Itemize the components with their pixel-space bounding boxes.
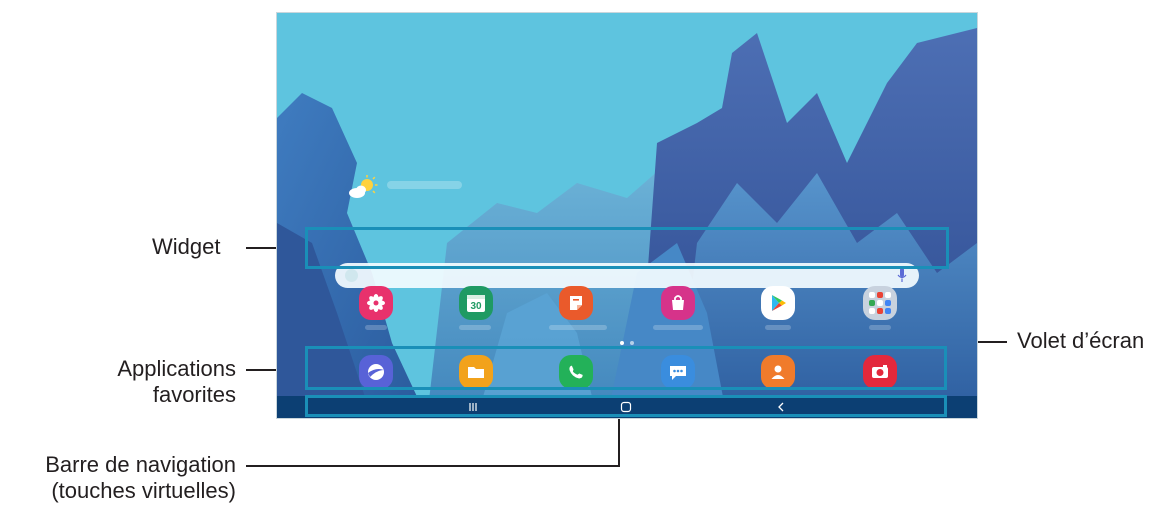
- weather-widget-text[interactable]: [387, 181, 462, 189]
- app-label-placeholder: [459, 325, 491, 330]
- favorite-apps-callout-line2: favorites: [152, 382, 236, 407]
- nav-bar-leader-horizontal: [246, 465, 620, 467]
- app-label-placeholder: [653, 325, 703, 330]
- calendar-icon[interactable]: 30: [459, 286, 493, 320]
- nav-bar-callout-line2: (touches virtuelles): [51, 478, 236, 503]
- nav-bar-callout-label: Barre de navigation (touches virtuelles): [0, 452, 236, 504]
- samsung-notes-icon[interactable]: [559, 286, 593, 320]
- galaxy-store-icon[interactable]: [661, 286, 695, 320]
- play-store-icon[interactable]: [761, 286, 795, 320]
- calendar-day-number: 30: [470, 301, 482, 312]
- page-indicator-dot-active[interactable]: [620, 341, 624, 345]
- app-label-placeholder: [765, 325, 791, 330]
- app-label-placeholder: [869, 325, 891, 330]
- favorite-apps-callout-line1: Applications: [117, 356, 236, 381]
- google-folder-icon[interactable]: [863, 286, 897, 320]
- app-label-placeholder: [549, 325, 607, 330]
- favorite-apps-highlight-box: [305, 346, 947, 390]
- app-label-placeholder: [365, 325, 387, 330]
- weather-sun-cloud-icon[interactable]: [347, 175, 379, 201]
- nav-bar-leader-vertical: [618, 414, 620, 467]
- nav-bar-callout-line1: Barre de navigation: [45, 452, 236, 477]
- tablet-home-screen: 30: [276, 12, 978, 419]
- nav-bar-highlight-box: [305, 395, 947, 417]
- widget-highlight-box: [305, 227, 949, 269]
- search-provider-icon: [345, 269, 358, 282]
- widget-callout-label: Widget: [152, 234, 221, 259]
- favorite-apps-callout-label: Applications favorites: [60, 356, 236, 408]
- page-indicator-dot[interactable]: [630, 341, 634, 345]
- gallery-icon[interactable]: [359, 286, 393, 320]
- microphone-icon[interactable]: [897, 268, 907, 283]
- screen-panel-callout-label: Volet d’écran: [1017, 328, 1145, 353]
